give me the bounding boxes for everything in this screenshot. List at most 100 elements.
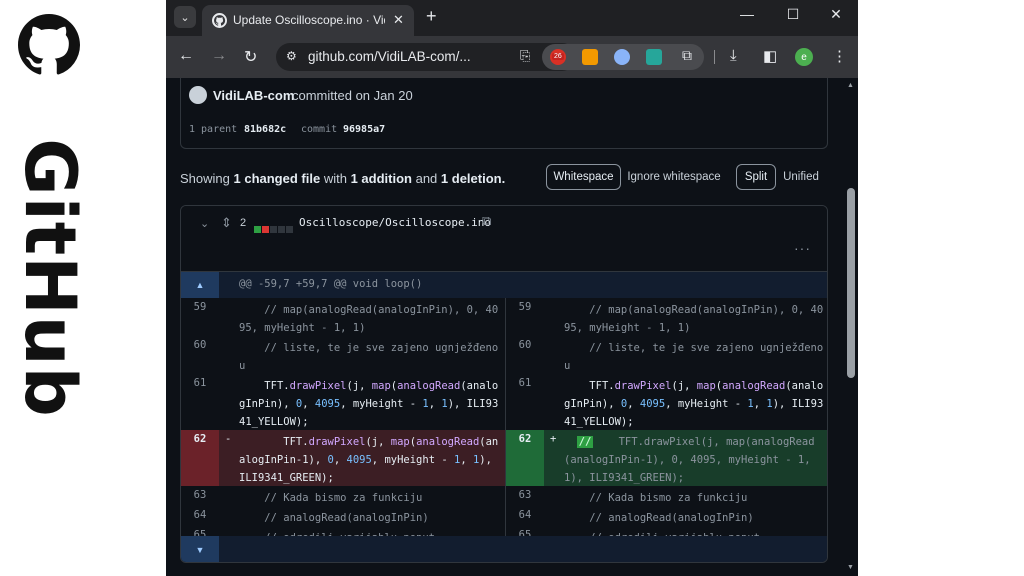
split-view-button[interactable]: Split xyxy=(736,164,776,190)
line-number[interactable]: 60 xyxy=(181,336,219,374)
install-app-icon[interactable]: ⎘ xyxy=(520,48,530,64)
code-token: // liste, te je sve zajeno ugnježđeno u xyxy=(564,342,824,372)
line-number[interactable]: 59 xyxy=(181,298,219,336)
line-number[interactable]: 64 xyxy=(181,506,219,526)
line-number[interactable]: 60 xyxy=(506,336,544,374)
whitespace-button[interactable]: Whitespace xyxy=(546,164,621,190)
parent-sha-link[interactable]: 81b682c xyxy=(244,124,286,135)
ignore-whitespace-button[interactable]: Ignore whitespace xyxy=(624,164,724,190)
code-token: , xyxy=(627,398,640,410)
github-octocat-icon xyxy=(18,14,80,75)
line-number[interactable]: 62 xyxy=(506,430,544,486)
more-options-icon[interactable]: ··· xyxy=(794,240,811,256)
code-token: , xyxy=(302,398,315,410)
scroll-up-icon[interactable]: ▲ xyxy=(847,82,854,89)
code-line: // analogRead(analogInPin) xyxy=(564,509,826,527)
context-line: 61 TFT.drawPixel(j, map(analogRead(analo… xyxy=(506,374,827,431)
copy-icon[interactable]: ⧉ xyxy=(482,213,491,229)
code-token: , myHeight - xyxy=(340,398,423,410)
code-line: TFT.drawPixel(j, map(analogRead(analogIn… xyxy=(564,377,826,431)
tab-active[interactable]: Update Oscilloscope.ino · VidiLAB-com ✕ xyxy=(202,5,414,36)
site-settings-icon[interactable]: ⚙ xyxy=(286,49,297,63)
commit-author-link[interactable]: VidiLAB-com xyxy=(213,88,294,103)
code-token: TFT. xyxy=(239,436,309,448)
diffstat-added xyxy=(254,226,261,233)
reload-icon[interactable]: ↻ xyxy=(244,47,257,67)
code-token: drawPixel xyxy=(289,380,347,392)
line-number[interactable]: 61 xyxy=(506,374,544,430)
diffstat-deleted xyxy=(262,226,269,233)
scrollbar[interactable]: ▲ ▼ xyxy=(843,78,858,576)
address-bar[interactable]: ⚙ github.com/VidiLAB-com/... ⎘ ☆ xyxy=(276,43,576,71)
commit-header: VidiLAB-com committed on Jan 20 1 parent… xyxy=(180,78,828,149)
extension-blue-icon[interactable] xyxy=(614,49,630,65)
chevron-down-icon[interactable]: ⌄ xyxy=(200,217,209,230)
code-token: // Kada bismo za funkciju xyxy=(239,492,423,504)
extension-orange-icon[interactable] xyxy=(582,49,598,65)
code-token: (j, xyxy=(671,380,697,392)
commit-action-text: committed on Jan 20 xyxy=(292,88,413,103)
code-line: // map(analogRead(analogInPin), 0, 4095,… xyxy=(564,301,826,337)
puzzle-icon[interactable]: ⧉ xyxy=(682,47,692,64)
code-line: TFT.drawPixel(j, map(analogRead(analogIn… xyxy=(239,433,501,487)
line-number[interactable]: 64 xyxy=(506,506,544,526)
deleted-line: 62- TFT.drawPixel(j, map(analogRead(anal… xyxy=(181,430,505,486)
hunk-header-text: @@ -59,7 +59,7 @@ void loop() xyxy=(239,278,423,290)
code-token: TFT. xyxy=(564,380,615,392)
back-icon[interactable]: ← xyxy=(178,47,194,65)
file-path-link[interactable]: Oscilloscope/Oscilloscope.ino xyxy=(299,216,491,229)
minus-sign: - xyxy=(225,433,232,445)
profile-avatar[interactable]: e xyxy=(795,48,813,66)
diff-summary: Showing 1 changed file with 1 addition a… xyxy=(180,171,506,186)
line-number[interactable]: 63 xyxy=(181,486,219,506)
code-token: , xyxy=(333,454,347,466)
expand-all-icon[interactable]: ⇕ xyxy=(221,215,232,231)
github-wordmark: GitHub xyxy=(9,138,91,418)
close-icon[interactable]: ✕ xyxy=(393,12,404,28)
line-number[interactable]: 59 xyxy=(506,298,544,336)
minimize-icon[interactable]: — xyxy=(737,6,757,22)
code-line: // Kada bismo za funkciju xyxy=(564,489,826,507)
code-token: analogRead xyxy=(416,436,480,448)
file-diff: ⌄ ⇕ 2 Oscilloscope/Oscilloscope.ino ⧉ ··… xyxy=(180,205,828,563)
line-number[interactable]: 63 xyxy=(506,486,544,506)
diff-right-side: 59 // map(analogRead(analogInPin), 0, 40… xyxy=(505,298,827,544)
file-header: ⌄ ⇕ 2 Oscilloscope/Oscilloscope.ino ⧉ ··… xyxy=(181,206,827,272)
scroll-down-icon[interactable]: ▼ xyxy=(847,564,854,571)
avatar[interactable] xyxy=(189,86,207,104)
toolbar-divider xyxy=(714,50,715,64)
expand-up-icon[interactable]: ▲ xyxy=(181,272,219,298)
context-line: 60 // liste, te je sve zajeno ugnježđeno… xyxy=(506,336,827,374)
download-icon[interactable]: ⤓ xyxy=(730,47,737,64)
code-token: TFT.drawPixel(j, map(analogRead(analogIn… xyxy=(564,436,817,484)
side-panel-icon[interactable]: ◧ xyxy=(763,47,777,65)
maximize-icon[interactable]: ☐ xyxy=(783,6,803,23)
tab-title: Update Oscilloscope.ino · VidiLAB-com xyxy=(233,13,385,27)
extension-teal-icon[interactable] xyxy=(646,49,662,65)
menu-icon[interactable]: ⋮ xyxy=(832,47,847,65)
code-token: 4095 xyxy=(346,454,372,466)
context-line: 64 // analogRead(analogInPin) xyxy=(506,506,827,527)
line-number[interactable]: 62 xyxy=(181,430,219,486)
parent-label: 1 parent xyxy=(189,124,238,135)
expand-down-icon[interactable]: ▼ xyxy=(181,536,219,562)
change-count: 2 xyxy=(240,217,247,229)
scroll-thumb[interactable] xyxy=(847,188,855,378)
code-line: // TFT.drawPixel(j, map(analogRead(analo… xyxy=(564,433,826,487)
tab-search-button[interactable]: ⌄ xyxy=(174,6,196,28)
tab-bar: ⌄ Update Oscilloscope.ino · VidiLAB-com … xyxy=(166,0,858,36)
unified-view-button[interactable]: Unified xyxy=(778,164,824,190)
line-number[interactable]: 61 xyxy=(181,374,219,430)
close-window-icon[interactable]: ✕ xyxy=(826,6,846,23)
code-token: , myHeight - xyxy=(665,398,748,410)
plus-icon[interactable]: + xyxy=(426,6,437,27)
forward-icon[interactable]: → xyxy=(211,47,227,65)
code-token: analogRead xyxy=(397,380,461,392)
code-token: , xyxy=(428,398,442,410)
commit-sha: 96985a7 xyxy=(343,124,386,135)
code-line: TFT.drawPixel(j, map(analogRead(analogIn… xyxy=(239,377,501,431)
code-line: // liste, te je sve zajeno ugnježđeno u xyxy=(239,339,501,375)
added-line: 62 + // TFT.drawPixel(j, map(analogRead(a… xyxy=(506,430,827,487)
browser-window: ⌄ Update Oscilloscope.ino · VidiLAB-com … xyxy=(166,0,858,576)
code-token: (j, xyxy=(346,380,372,392)
